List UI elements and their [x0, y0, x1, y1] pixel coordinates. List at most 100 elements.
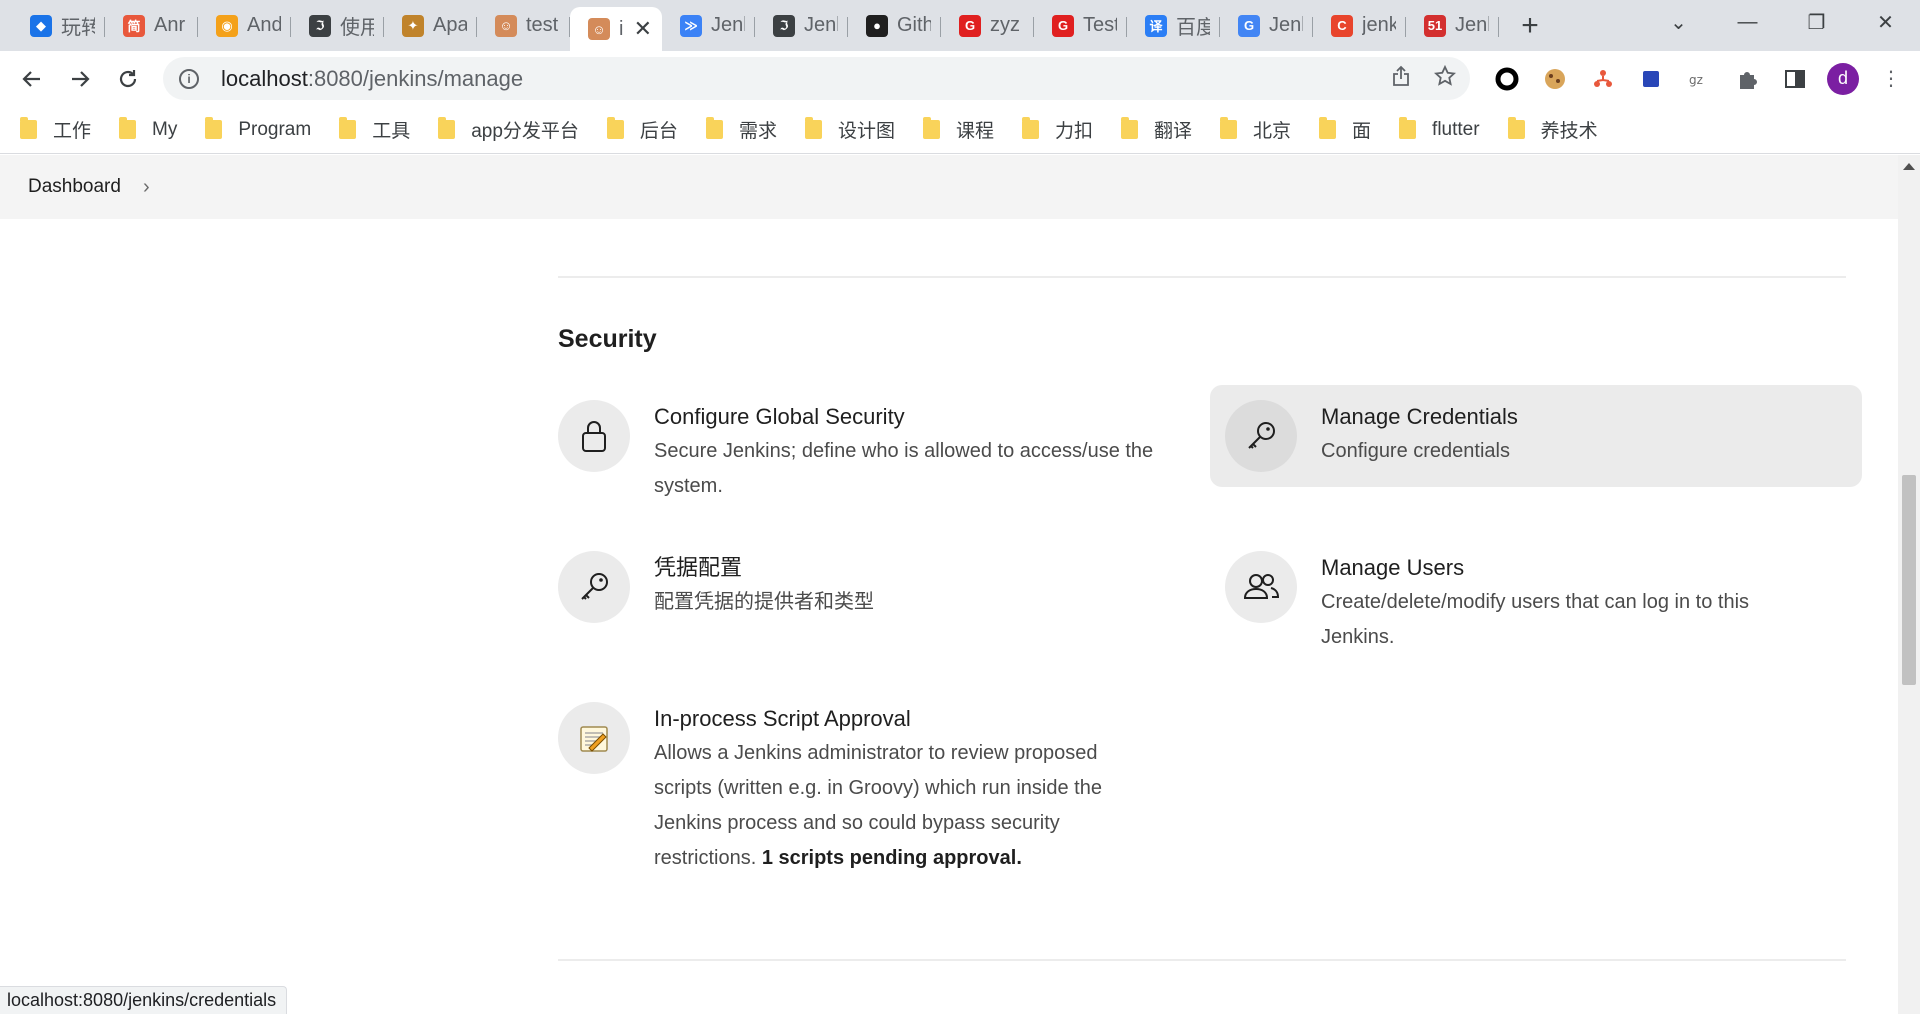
- tab-favicon-icon: 简: [123, 14, 145, 37]
- profile-avatar: d: [1827, 62, 1859, 95]
- credentials-configuration-link[interactable]: 凭据配置 配置凭据的提供者和类型: [558, 551, 1178, 623]
- bookmark-item[interactable]: flutter: [1399, 117, 1480, 141]
- item-title: Manage Users: [1321, 555, 1465, 580]
- new-tab-button[interactable]: +: [1507, 7, 1553, 45]
- side-panel-icon[interactable]: [1771, 55, 1819, 103]
- bookmark-label: 工具: [372, 121, 411, 142]
- configure-global-security-link[interactable]: Configure Global Security Secure Jenkins…: [558, 400, 1178, 504]
- manage-credentials-link[interactable]: Manage Credentials Configure credentials: [1210, 385, 1862, 487]
- tab[interactable]: ℑ 使用: [291, 7, 384, 45]
- back-button[interactable]: [8, 55, 56, 103]
- bookmark-item[interactable]: app分发平台: [438, 116, 579, 143]
- bookmark-item[interactable]: 后台: [606, 116, 678, 143]
- tab[interactable]: G Test: [1034, 7, 1127, 45]
- breadcrumb-dashboard[interactable]: Dashboard: [28, 176, 121, 198]
- bookmark-item[interactable]: 北京: [1220, 116, 1291, 143]
- window-controls: ⌄ — ❐ ✕: [1644, 0, 1920, 44]
- tab-strip: ◆ 玩转 简 Anr ◉ And ℑ 使用 ✦ Apa ☺ test ☺ i ✕ ≫ Jenk ℑ Jenk ● Git…: [0, 0, 1920, 51]
- bookmark-star-icon[interactable]: [1433, 64, 1457, 93]
- bookmark-label: 后台: [639, 121, 678, 142]
- site-info-icon[interactable]: i: [179, 68, 199, 89]
- tab[interactable]: Gzyz: [941, 7, 1034, 45]
- menu-kebab-icon[interactable]: ⋮: [1867, 55, 1915, 103]
- url-text[interactable]: localhost:8080/jenkins/manage: [221, 66, 523, 92]
- script-approval-icon: [558, 702, 630, 774]
- manage-users-link[interactable]: Manage Users Create/delete/modify users …: [1225, 551, 1845, 655]
- bookmark-label: 需求: [738, 121, 777, 142]
- extensions-puzzle-icon[interactable]: [1723, 55, 1771, 103]
- tab[interactable]: ◆ 玩转: [12, 7, 105, 45]
- close-window-button[interactable]: ✕: [1851, 0, 1920, 44]
- bookmark-item[interactable]: 面: [1319, 116, 1371, 143]
- tab[interactable]: 51 Jenk: [1406, 7, 1499, 45]
- bookmark-item[interactable]: 设计图: [804, 116, 895, 143]
- minimize-button[interactable]: —: [1713, 0, 1782, 44]
- folder-icon: [1021, 117, 1039, 139]
- item-title: Configure Global Security: [654, 404, 905, 429]
- bookmarks-bar: 工作 My Program 工具 app分发平台 后台 需求 设计图 课程 力扣 翻译 北京 面 flut…: [0, 106, 1920, 154]
- status-bar: localhost:8080/jenkins/credentials: [0, 986, 288, 1014]
- item-text: In-process Script Approval Allows a Jenk…: [654, 702, 1154, 876]
- extension-blue-icon[interactable]: [1627, 55, 1675, 103]
- tab[interactable]: ℑ Jenk: [755, 7, 848, 45]
- tab-title: 使用: [340, 17, 374, 39]
- tab-search-icon[interactable]: ⌄: [1644, 0, 1713, 44]
- tab[interactable]: G Jenk: [1220, 7, 1313, 45]
- restore-button[interactable]: ❐: [1782, 0, 1851, 44]
- tab-title: 玩转: [61, 17, 95, 39]
- bookmark-item[interactable]: 力扣: [1021, 116, 1093, 143]
- tab[interactable]: ☺ test: [477, 7, 570, 45]
- bookmark-item[interactable]: 课程: [922, 116, 994, 143]
- reload-button[interactable]: [104, 55, 152, 103]
- extension-ring-icon[interactable]: [1483, 55, 1531, 103]
- item-description: Secure Jenkins; define who is allowed to…: [654, 440, 1154, 497]
- key-icon: [558, 551, 630, 623]
- page-scrollbar[interactable]: [1898, 155, 1920, 1014]
- tab-favicon-icon: C: [1331, 14, 1353, 37]
- section-divider-top: [558, 276, 1846, 278]
- tab[interactable]: ≫ Jenk: [662, 7, 755, 45]
- bookmark-item[interactable]: My: [119, 117, 178, 141]
- chevron-right-icon[interactable]: ›: [143, 176, 150, 199]
- share-icon[interactable]: [1390, 65, 1412, 93]
- close-tab-icon[interactable]: ✕: [634, 16, 652, 42]
- scrollbar-thumb[interactable]: [1902, 475, 1916, 685]
- extension-cookie-icon[interactable]: [1531, 55, 1579, 103]
- tab[interactable]: ✦ Apa: [384, 7, 477, 45]
- tab-title: jenk: [1362, 14, 1396, 36]
- tab-active[interactable]: ☺ i ✕: [570, 7, 662, 51]
- bookmark-item[interactable]: 养技术: [1507, 116, 1598, 143]
- tab-favicon-icon: ☺: [588, 18, 610, 40]
- address-bar[interactable]: i localhost:8080/jenkins/manage: [163, 57, 1470, 100]
- extension-network-icon[interactable]: [1579, 55, 1627, 103]
- folder-icon: [1507, 117, 1525, 139]
- tab[interactable]: 译百度: [1127, 7, 1220, 45]
- item-description: Allows a Jenkins administrator to review…: [654, 736, 1154, 876]
- tab[interactable]: ◉ And: [198, 7, 291, 45]
- profile-button[interactable]: d: [1819, 55, 1867, 103]
- item-text: Manage Credentials Configure credentials: [1321, 400, 1518, 487]
- script-approval-link[interactable]: In-process Script Approval Allows a Jenk…: [558, 702, 1178, 876]
- tab-favicon-icon: 51: [1424, 14, 1446, 37]
- bookmark-label: 设计图: [837, 121, 895, 142]
- forward-button[interactable]: [56, 55, 104, 103]
- bookmark-label: My: [152, 118, 178, 140]
- extension-gzip-icon[interactable]: gz: [1675, 55, 1723, 103]
- item-title: 凭据配置: [654, 555, 743, 580]
- bookmark-item[interactable]: 工具: [339, 116, 410, 143]
- address-bar-actions: [1390, 57, 1457, 100]
- folder-icon: [1399, 117, 1417, 139]
- tab[interactable]: 简 Anr: [105, 7, 198, 45]
- tab[interactable]: ● Gith: [848, 7, 941, 45]
- folder-icon: [119, 117, 137, 139]
- bookmark-item[interactable]: 翻译: [1121, 116, 1192, 143]
- bookmark-item[interactable]: 工作: [20, 116, 91, 143]
- tab[interactable]: Cjenk: [1313, 7, 1406, 45]
- breadcrumb: Dashboard ›: [0, 155, 1898, 219]
- bookmark-item[interactable]: Program: [205, 117, 311, 141]
- bookmark-label: 养技术: [1540, 121, 1598, 142]
- item-description: Create/delete/modify users that can log …: [1321, 591, 1750, 648]
- scroll-up-arrow-icon[interactable]: [1903, 163, 1915, 170]
- bookmark-item[interactable]: 需求: [705, 116, 777, 143]
- tab-title: zyz: [990, 14, 1020, 36]
